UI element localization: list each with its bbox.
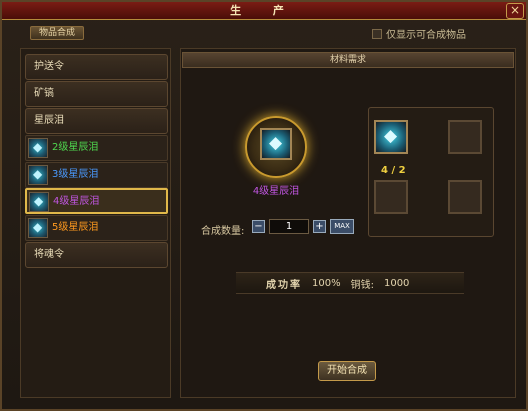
- product-slot[interactable]: [260, 128, 292, 160]
- recipe-item-star-tear-3[interactable]: 3级星辰泪: [25, 162, 168, 188]
- success-rate-value: 100%: [312, 277, 341, 289]
- recipe-item-label: 2级星辰泪: [52, 142, 99, 153]
- category-pickaxe[interactable]: 矿镐: [25, 81, 168, 107]
- quantity-max-button[interactable]: MAX: [330, 219, 354, 234]
- gem-icon: [28, 138, 48, 158]
- product-name: 4级星辰泪: [252, 186, 300, 197]
- only-craftable-checkbox[interactable]: [372, 28, 382, 39]
- gem-icon: [28, 165, 48, 185]
- category-star-tear[interactable]: 星辰泪: [25, 108, 168, 134]
- gem-icon: [28, 218, 48, 238]
- recipe-item-label: 3级星辰泪: [52, 169, 99, 180]
- recipe-item-label: 4级星辰泪: [53, 196, 100, 207]
- recipe-item-label: 5级星辰泪: [52, 222, 99, 233]
- materials-title: 材料需求: [182, 52, 514, 68]
- recipe-item-star-tear-4[interactable]: 4级星辰泪: [25, 188, 168, 214]
- category-general-soul-token[interactable]: 将魂令: [25, 242, 168, 268]
- quantity-label: 合成数量:: [201, 226, 245, 237]
- quantity-decrease-button[interactable]: −: [252, 220, 265, 233]
- recipe-item-star-tear-5[interactable]: 5级星辰泪: [25, 215, 168, 241]
- rate-info: 成功率 100% 铜钱: 1000: [236, 272, 464, 294]
- gem-icon: [29, 192, 49, 212]
- cost-value: 1000: [383, 277, 410, 289]
- material-count: 4 / 2: [381, 165, 406, 176]
- material-slot-4[interactable]: [448, 180, 482, 214]
- material-slot-2[interactable]: [448, 120, 482, 154]
- cost-label: 铜钱:: [350, 279, 374, 291]
- only-craftable-filter[interactable]: 仅显示可合成物品: [372, 26, 466, 41]
- material-slot-3[interactable]: [374, 180, 408, 214]
- only-craftable-label: 仅显示可合成物品: [386, 30, 466, 41]
- title-bar: 生 产 ×: [2, 2, 526, 20]
- material-slot-1[interactable]: [374, 120, 408, 154]
- category-escort-token[interactable]: 护送令: [25, 54, 168, 80]
- close-button[interactable]: ×: [506, 3, 524, 19]
- start-crafting-button[interactable]: 开始合成: [318, 361, 376, 381]
- quantity-input[interactable]: 1: [269, 219, 309, 234]
- recipe-list: 护送令 矿镐 星辰泪 2级星辰泪 3级星辰泪 4级星辰泪 5级星辰泪 将魂令: [20, 48, 171, 398]
- quantity-increase-button[interactable]: +: [313, 220, 326, 233]
- recipe-item-star-tear-2[interactable]: 2级星辰泪: [25, 135, 168, 161]
- tab-item-crafting[interactable]: 物品合成: [30, 26, 84, 40]
- window-title: 生 产: [230, 4, 298, 17]
- success-rate-label: 成功率: [266, 279, 302, 291]
